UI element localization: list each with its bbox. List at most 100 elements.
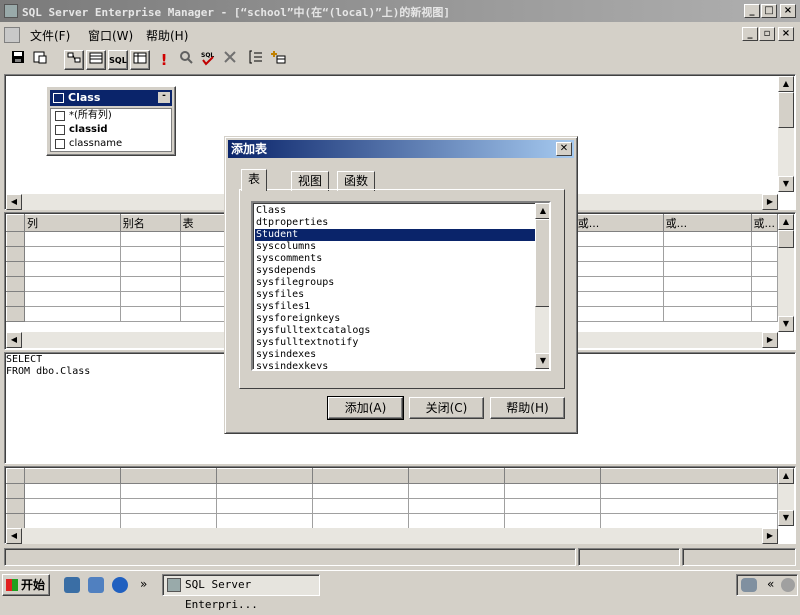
close-button[interactable]: 关闭(C) — [409, 397, 484, 419]
diagram-vscroll[interactable]: ▲ ▼ — [778, 76, 794, 192]
grid-cell[interactable] — [504, 498, 601, 514]
list-item-selected[interactable]: Student — [255, 229, 537, 241]
grid-cell[interactable] — [574, 246, 664, 262]
results-header[interactable] — [504, 468, 601, 484]
grid-cell[interactable] — [662, 276, 752, 292]
results-pane-icon[interactable] — [130, 50, 150, 70]
child-minimize-button[interactable]: _ — [742, 27, 758, 41]
results-header[interactable] — [600, 468, 778, 484]
tab-functions[interactable]: 函数 — [337, 171, 376, 191]
document-icon[interactable] — [4, 27, 20, 43]
scroll-down-icon[interactable]: ▼ — [535, 353, 549, 369]
scroll-down-icon[interactable]: ▼ — [778, 510, 794, 526]
close-button[interactable]: × — [780, 4, 796, 18]
grid-cell[interactable] — [750, 231, 778, 247]
run-icon[interactable]: ! — [154, 50, 174, 70]
column-row[interactable]: classid — [53, 123, 108, 137]
scroll-left-icon[interactable]: ◀ — [6, 332, 22, 348]
scroll-thumb[interactable] — [778, 92, 794, 128]
scroll-right-icon[interactable]: ▶ — [762, 528, 778, 544]
table-box-title[interactable]: Class - — [50, 90, 172, 106]
row-header[interactable] — [6, 276, 25, 292]
grid-cell[interactable] — [312, 513, 409, 529]
grid-header-or[interactable]: 或... — [662, 214, 752, 232]
diagram-pane-icon[interactable] — [64, 50, 84, 70]
add-table-icon[interactable] — [268, 50, 288, 70]
scroll-thumb[interactable] — [535, 219, 549, 307]
column-checkbox[interactable] — [55, 111, 65, 121]
grid-cell[interactable] — [23, 306, 121, 322]
grid-cell[interactable] — [216, 498, 313, 514]
grid-cell[interactable] — [24, 498, 121, 514]
scroll-down-icon[interactable]: ▼ — [778, 316, 794, 332]
grid-cell[interactable] — [574, 261, 664, 277]
sql-pane-icon[interactable]: SQL — [108, 50, 128, 70]
tab-views[interactable]: 视图 — [291, 171, 330, 191]
row-header[interactable] — [6, 483, 25, 499]
row-header[interactable] — [6, 513, 25, 529]
desktop-icon[interactable] — [64, 577, 80, 593]
grid-cell[interactable] — [119, 291, 181, 307]
grid-cell[interactable] — [408, 498, 505, 514]
grid-cell[interactable] — [216, 513, 313, 529]
list-item[interactable]: dtproperties — [255, 217, 537, 229]
list-item[interactable]: sysdepends — [255, 265, 537, 277]
results-header[interactable] — [408, 468, 505, 484]
row-header[interactable] — [6, 306, 25, 322]
child-close-button[interactable]: × — [778, 27, 794, 41]
grid-vscroll[interactable]: ▲ ▼ — [778, 214, 794, 332]
tray-overflow-icon[interactable]: « — [767, 577, 774, 591]
close-icon[interactable]: ✕ — [556, 142, 572, 156]
scroll-right-icon[interactable]: ▶ — [762, 332, 778, 348]
explorer-icon[interactable] — [88, 577, 104, 593]
scroll-up-icon[interactable]: ▲ — [535, 203, 549, 219]
tab-tables[interactable]: 表 — [241, 169, 268, 191]
column-checkbox[interactable] — [55, 125, 65, 135]
scroll-right-icon[interactable]: ▶ — [762, 194, 778, 210]
grid-cell[interactable] — [23, 291, 121, 307]
list-item[interactable]: sysindexkeys — [255, 361, 537, 369]
grid-cell[interactable] — [119, 276, 181, 292]
grid-cell[interactable] — [119, 306, 181, 322]
grid-cell[interactable] — [24, 513, 121, 529]
remove-filter-icon[interactable] — [176, 50, 196, 70]
grid-cell[interactable] — [750, 261, 778, 277]
volume-icon[interactable] — [781, 578, 795, 592]
minimize-button[interactable]: _ — [744, 4, 760, 18]
results-header[interactable] — [24, 468, 121, 484]
table-minimize-button[interactable]: - — [158, 92, 170, 103]
list-item[interactable]: sysfulltextnotify — [255, 337, 537, 349]
grid-cell[interactable] — [23, 261, 121, 277]
grid-cell[interactable] — [574, 291, 664, 307]
list-item[interactable]: sysindexes — [255, 349, 537, 361]
grid-cell[interactable] — [662, 231, 752, 247]
grid-cell[interactable] — [120, 513, 217, 529]
scroll-down-icon[interactable]: ▼ — [778, 176, 794, 192]
grid-cell[interactable] — [312, 498, 409, 514]
ie-icon[interactable] — [112, 577, 128, 593]
list-item[interactable]: sysfilegroups — [255, 277, 537, 289]
grid-cell[interactable] — [504, 513, 601, 529]
grid-cell[interactable] — [119, 261, 181, 277]
grid-cell[interactable] — [750, 291, 778, 307]
grid-cell[interactable] — [600, 483, 778, 499]
group-by-icon[interactable] — [246, 50, 266, 70]
menu-window[interactable]: 窗口(W) — [88, 27, 133, 44]
list-item[interactable]: sysfulltextcatalogs — [255, 325, 537, 337]
grid-cell[interactable] — [120, 498, 217, 514]
grid-cell[interactable] — [662, 246, 752, 262]
grid-cell[interactable] — [24, 483, 121, 499]
help-button[interactable]: 帮助(H) — [490, 397, 565, 419]
scroll-left-icon[interactable]: ◀ — [6, 528, 22, 544]
grid-pane-icon[interactable] — [86, 50, 106, 70]
scroll-up-icon[interactable]: ▲ — [778, 76, 794, 92]
grid-cell[interactable] — [574, 231, 664, 247]
quicklaunch-overflow-icon[interactable]: » — [140, 577, 147, 591]
grid-cell[interactable] — [662, 306, 752, 322]
grid-cell[interactable] — [120, 483, 217, 499]
start-button[interactable]: 开始 — [2, 574, 50, 596]
add-button[interactable]: 添加(A) — [327, 396, 404, 420]
grid-cell[interactable] — [600, 513, 778, 529]
listbox-vscroll[interactable]: ▲ ▼ — [535, 203, 549, 369]
grid-cell[interactable] — [23, 276, 121, 292]
